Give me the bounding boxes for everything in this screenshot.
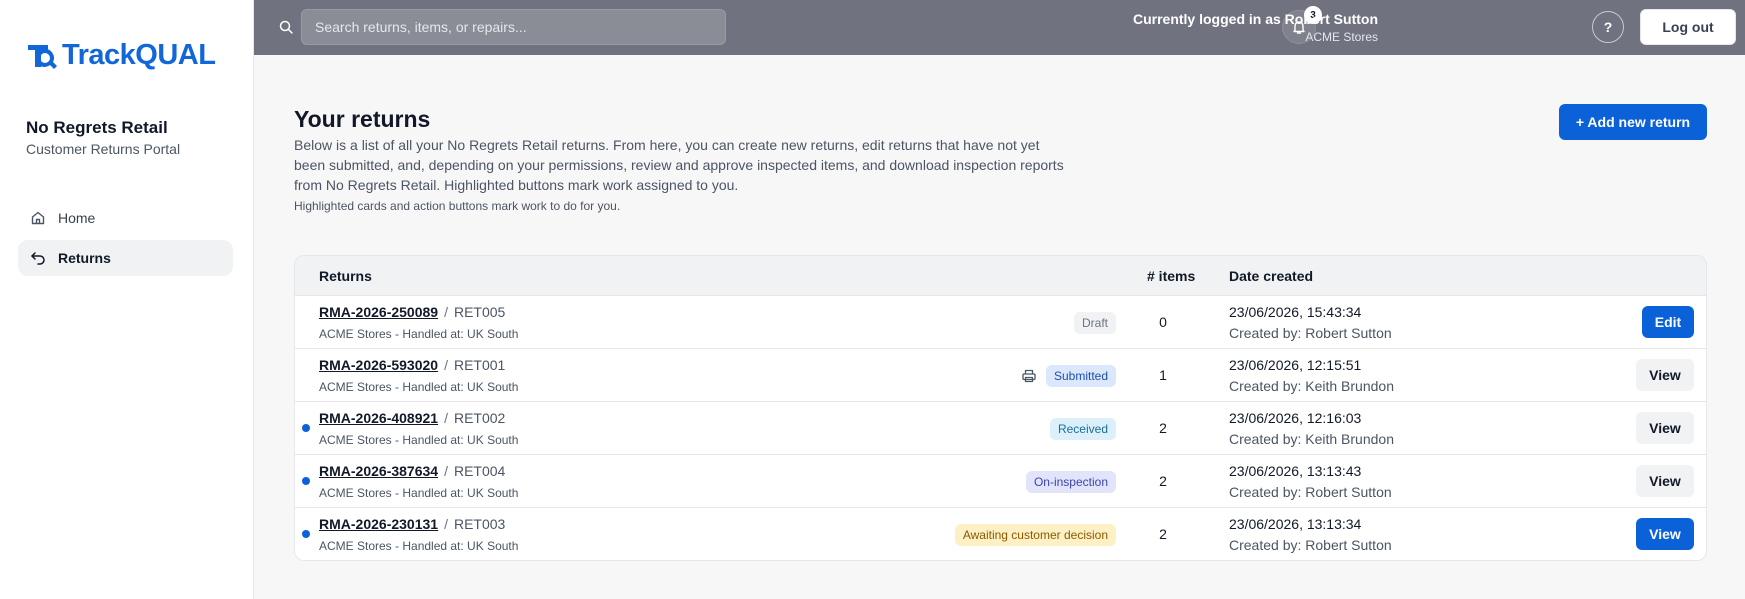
return-ref: RET002 [453, 410, 506, 426]
created-by: Created by: Keith Brundon [1229, 431, 1394, 447]
view-button[interactable]: View [1636, 412, 1694, 444]
item-count: 2 [1159, 420, 1167, 436]
table-row: RMA-2026-250089 / RET005 ACME Stores - Hand… [295, 296, 1706, 349]
assigned-work-indicator [302, 424, 310, 432]
search-icon [279, 20, 293, 34]
page-title: Your returns [294, 106, 431, 132]
return-location: ACME Stores - Handled at: UK South [319, 327, 519, 341]
table-row: RMA-2026-230131 / RET003 ACME Stores - Hand… [295, 508, 1706, 560]
edit-button[interactable]: Edit [1642, 306, 1694, 338]
sidebar-item-label: Returns [58, 250, 111, 266]
status-cell: Submitted [1021, 365, 1116, 387]
id-separator: / [444, 410, 448, 426]
rma-link[interactable]: RMA-2026-408921 [319, 410, 438, 426]
id-separator: / [444, 463, 448, 479]
status-cell: Draft [1073, 312, 1116, 334]
add-new-return-button[interactable]: + Add new return [1559, 104, 1707, 140]
status-cell: Awaiting customer decision [954, 524, 1116, 546]
item-count: 2 [1159, 526, 1167, 542]
returns-table: Returns # items Date created RMA-2026-25… [294, 255, 1707, 561]
sidebar-item-label: Home [58, 210, 96, 226]
brand-name: TrackQUAL [62, 38, 216, 71]
return-location: ACME Stores - Handled at: UK South [319, 539, 519, 553]
return-location: ACME Stores - Handled at: UK South [319, 486, 519, 500]
item-count: 0 [1159, 314, 1167, 330]
created-by: Created by: Robert Sutton [1229, 484, 1392, 500]
table-row: RMA-2026-387634 / RET004 ACME Stores - Hand… [295, 455, 1706, 508]
date-created: 23/06/2026, 13:13:34 [1229, 516, 1362, 532]
user-organization: ACME Stores [1305, 30, 1378, 44]
page-description: Below is a list of all your No Regrets R… [294, 137, 1064, 193]
date-created: 23/06/2026, 13:13:43 [1229, 463, 1362, 479]
status-badge: Draft [1073, 312, 1116, 334]
id-separator: / [444, 357, 448, 373]
status-badge: Awaiting customer decision [954, 524, 1116, 546]
column-header-date: Date created [1229, 268, 1314, 284]
logout-button[interactable]: Log out [1640, 9, 1736, 45]
org-name: No Regrets Retail [26, 118, 168, 137]
return-ref: RET004 [453, 463, 506, 479]
trackqual-logo-icon [28, 45, 57, 69]
item-count: 1 [1159, 367, 1167, 383]
page-hint: Highlighted cards and action buttons mar… [294, 199, 621, 213]
status-cell: On-inspection [1025, 471, 1116, 493]
view-button[interactable]: View [1636, 359, 1694, 391]
table-row: RMA-2026-408921 / RET002 ACME Stores - Hand… [295, 402, 1706, 455]
return-location: ACME Stores - Handled at: UK South [319, 380, 519, 394]
org-subtitle: Customer Returns Portal [26, 141, 181, 157]
sidebar-nav: Home Returns [18, 200, 233, 280]
date-created: 23/06/2026, 15:43:34 [1229, 304, 1362, 320]
return-arrow-icon [31, 252, 45, 265]
sidebar: TrackQUAL No Regrets Retail Customer Ret… [0, 0, 254, 599]
table-header: Returns # items Date created [295, 256, 1706, 296]
created-by: Created by: Keith Brundon [1229, 378, 1394, 394]
return-ref: RET005 [453, 304, 506, 320]
id-separator: / [444, 516, 448, 532]
rma-link[interactable]: RMA-2026-593020 [319, 357, 438, 373]
return-identifiers: RMA-2026-593020 / RET001 [319, 357, 505, 373]
status-badge: On-inspection [1025, 471, 1116, 493]
table-row: RMA-2026-593020 / RET001 ACME Stores - Hand… [295, 349, 1706, 402]
help-button[interactable]: ? [1592, 11, 1624, 43]
column-header-returns: Returns [319, 268, 372, 284]
rma-link[interactable]: RMA-2026-250089 [319, 304, 438, 320]
printer-icon[interactable] [1021, 368, 1037, 384]
view-button[interactable]: View [1636, 465, 1694, 497]
return-identifiers: RMA-2026-387634 / RET004 [319, 463, 505, 479]
rma-link[interactable]: RMA-2026-387634 [319, 463, 438, 479]
assigned-work-indicator [302, 477, 310, 485]
return-location: ACME Stores - Handled at: UK South [319, 433, 519, 447]
home-icon [31, 211, 45, 225]
sidebar-item-returns[interactable]: Returns [18, 240, 233, 276]
brand-logo[interactable]: TrackQUAL [26, 38, 216, 72]
status-cell: Received [1049, 418, 1116, 440]
top-bar: 3 Currently logged in as Robert Sutton A… [254, 0, 1745, 55]
id-separator: / [444, 304, 448, 320]
table-body: RMA-2026-250089 / RET005 ACME Stores - Hand… [295, 296, 1706, 560]
created-by: Created by: Robert Sutton [1229, 325, 1392, 341]
status-badge: Submitted [1045, 365, 1116, 387]
created-by: Created by: Robert Sutton [1229, 537, 1392, 553]
return-ref: RET001 [453, 357, 506, 373]
rma-link[interactable]: RMA-2026-230131 [319, 516, 438, 532]
column-header-items: # items [1147, 268, 1196, 284]
date-created: 23/06/2026, 12:15:51 [1229, 357, 1362, 373]
return-identifiers: RMA-2026-250089 / RET005 [319, 304, 505, 320]
logged-in-user: Currently logged in as Robert Sutton [1132, 11, 1378, 27]
return-identifiers: RMA-2026-408921 / RET002 [319, 410, 505, 426]
assigned-work-indicator [302, 530, 310, 538]
sidebar-item-home[interactable]: Home [18, 200, 233, 236]
search-input[interactable] [301, 9, 726, 45]
date-created: 23/06/2026, 12:16:03 [1229, 410, 1362, 426]
status-badge: Received [1049, 418, 1116, 440]
return-ref: RET003 [453, 516, 506, 532]
return-identifiers: RMA-2026-230131 / RET003 [319, 516, 505, 532]
item-count: 2 [1159, 473, 1167, 489]
view-button[interactable]: View [1636, 518, 1694, 550]
